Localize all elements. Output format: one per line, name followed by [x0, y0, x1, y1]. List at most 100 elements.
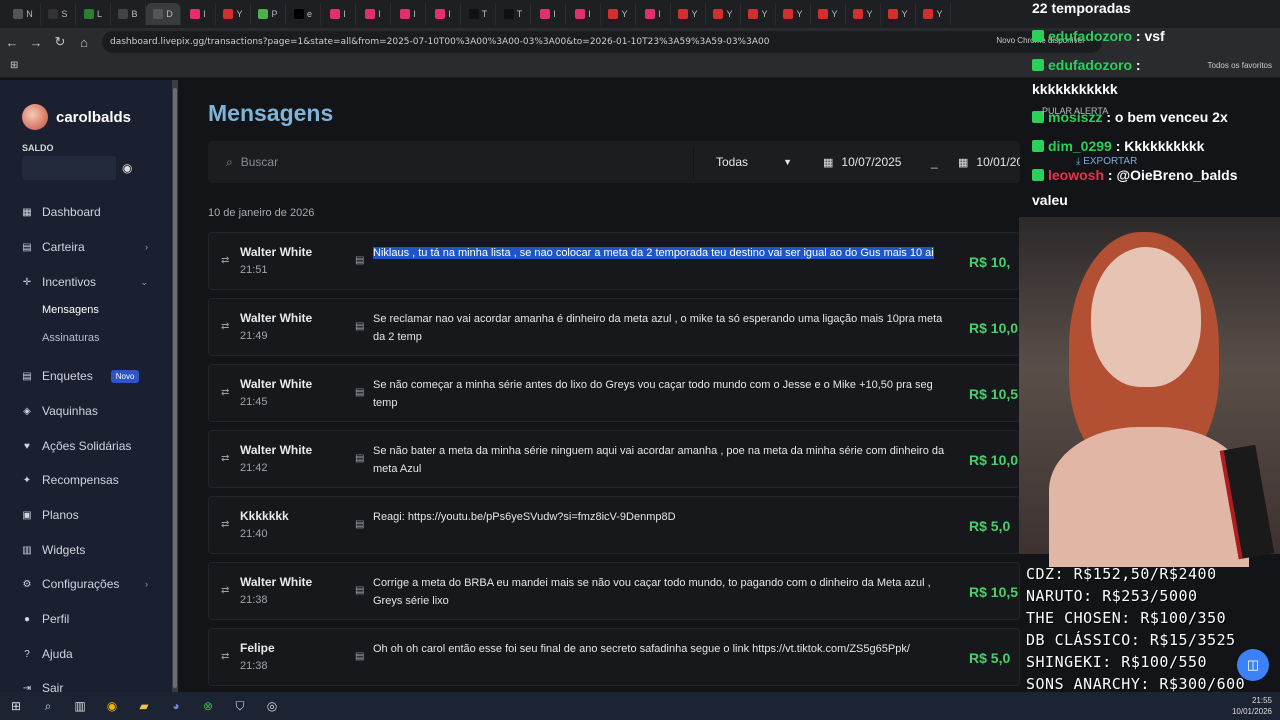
- transfer-icon: ⇄: [221, 519, 230, 530]
- chat-badge-icon: [1032, 59, 1044, 71]
- browser-tab[interactable]: P: [251, 3, 286, 25]
- windows-start-icon[interactable]: ⊞: [6, 697, 26, 715]
- gift-icon: ✦: [22, 474, 32, 486]
- browser-tab[interactable]: I: [391, 3, 426, 25]
- transfer-icon: ⇄: [221, 585, 230, 596]
- transaction-row[interactable]: ⇄ Walter White 21:49 ▤ Se reclamar nao vai a…: [208, 298, 1020, 356]
- transaction-row[interactable]: ⇄ Kkkkkkk 21:40 ▤ Reagi: https://youtu.be/pP…: [208, 496, 1020, 554]
- wallet-icon: ▤: [22, 241, 32, 253]
- profile[interactable]: carolbalds: [22, 104, 131, 130]
- sidebar-item-configura-es[interactable]: ⚙ Configurações ›: [22, 577, 152, 591]
- sidebar-item-widgets[interactable]: ▥ Widgets: [22, 543, 152, 557]
- clock[interactable]: 21:55 10/01/2026: [1232, 695, 1272, 717]
- chat-badge-icon: [1032, 30, 1044, 42]
- transaction-row[interactable]: ⇄ Walter White 21:45 ▤ Se não começar a minh…: [208, 364, 1020, 422]
- scrollbar-thumb[interactable]: [173, 88, 177, 688]
- browser-tab[interactable]: Y: [216, 3, 251, 25]
- tab-favicon-icon: [153, 9, 164, 19]
- sidebar-item-dashboard[interactable]: ▦ Dashboard: [22, 205, 152, 219]
- goal-line: CDZ: R$152,50/R$2400: [1026, 565, 1217, 583]
- tab-label: I: [378, 9, 381, 19]
- date-from-value: 10/07/2025: [841, 155, 902, 169]
- tab-favicon-icon: [540, 9, 551, 19]
- task-view-icon[interactable]: ▥: [70, 697, 90, 715]
- page-title: Mensagens: [208, 100, 334, 126]
- browser-tab[interactable]: I: [181, 3, 216, 25]
- amount: R$ 10,5: [969, 584, 1019, 600]
- browser-tab[interactable]: Y: [601, 3, 636, 25]
- search-input[interactable]: ⌕ Buscar: [208, 146, 694, 178]
- browser-tab[interactable]: I: [321, 3, 356, 25]
- tab-favicon-icon: [853, 9, 864, 19]
- browser-tab[interactable]: L: [76, 3, 111, 25]
- browser-tab[interactable]: I: [636, 3, 671, 25]
- browser-tab[interactable]: I: [531, 3, 566, 25]
- support-chat-button[interactable]: ◫: [1237, 649, 1269, 681]
- cam-body: [1049, 427, 1249, 567]
- sidebar-item-a-es-solid-rias[interactable]: ♥ Ações Solidárias: [22, 439, 152, 453]
- browser-tab[interactable]: e: [286, 3, 321, 25]
- sidebar-item-enquetes[interactable]: ▤ Enquetes Novo: [22, 369, 152, 383]
- tab-favicon-icon: [645, 9, 656, 19]
- browser-tab[interactable]: S: [41, 3, 76, 25]
- browser-tab[interactable]: T: [496, 3, 531, 25]
- shield-icon[interactable]: ⛉: [230, 697, 250, 715]
- browser-tab[interactable]: Y: [706, 3, 741, 25]
- discord-icon[interactable]: ◕: [166, 697, 186, 715]
- search-icon[interactable]: ⌕: [38, 697, 58, 715]
- apps-icon[interactable]: ⊞: [10, 60, 18, 71]
- back-icon[interactable]: ←: [0, 35, 24, 50]
- skip-alert-label[interactable]: PULAR ALERTA: [1042, 106, 1108, 116]
- chrome-icon[interactable]: ◉: [102, 697, 122, 715]
- transaction-row[interactable]: ⇄ Felipe 21:38 ▤ Oh oh oh carol então esse f…: [208, 628, 1020, 686]
- date-from[interactable]: ▦ 10/07/2025: [813, 146, 921, 178]
- browser-tab[interactable]: Y: [846, 3, 881, 25]
- sidebar-item-label: Ações Solidárias: [42, 439, 132, 453]
- sidebar-item-incentivos[interactable]: ✛ Incentivos ⌄: [22, 275, 152, 289]
- browser-tab[interactable]: Y: [741, 3, 776, 25]
- transaction-row[interactable]: ⇄ Walter White 21:38 ▤ Corrige a meta do BRB…: [208, 562, 1020, 620]
- eye-icon[interactable]: ◉: [122, 161, 132, 175]
- browser-tab[interactable]: Y: [776, 3, 811, 25]
- xbox-icon[interactable]: ⊗: [198, 697, 218, 715]
- goal-line: NARUTO: R$253/5000: [1026, 587, 1198, 605]
- forward-icon[interactable]: →: [24, 35, 48, 50]
- message-icon: ▤: [355, 387, 365, 398]
- state-select[interactable]: Todas ▼: [708, 146, 800, 178]
- browser-tab[interactable]: T: [461, 3, 496, 25]
- sidebar-item-recompensas[interactable]: ✦ Recompensas: [22, 473, 152, 487]
- date-to[interactable]: ▦ 10/01/2026: [948, 146, 1020, 178]
- reload-icon[interactable]: ↻: [48, 34, 72, 50]
- transaction-row[interactable]: ⇄ Walter White 21:42 ▤ Se não bater a meta d…: [208, 430, 1020, 488]
- browser-tab[interactable]: I: [356, 3, 391, 25]
- transaction-row[interactable]: ⇄ Walter White 21:51 ▤ Niklaus , tu tá na mi…: [208, 232, 1020, 290]
- tab-favicon-icon: [713, 9, 724, 19]
- sidebar-item-perfil[interactable]: ● Perfil: [22, 612, 152, 626]
- browser-tab[interactable]: B: [111, 3, 146, 25]
- sidebar-item-label: Dashboard: [42, 205, 101, 219]
- sub-item-assinaturas[interactable]: Assinaturas: [42, 332, 99, 344]
- sidebar-item-ajuda[interactable]: ? Ajuda: [22, 647, 152, 661]
- chat-text: kkkkkkkkkkk: [1032, 81, 1118, 97]
- browser-tab[interactable]: I: [426, 3, 461, 25]
- sidebar-item-carteira[interactable]: ▤ Carteira ›: [22, 240, 152, 254]
- browser-tab[interactable]: I: [566, 3, 601, 25]
- tab-label: T: [516, 9, 523, 19]
- poll-icon: ▤: [22, 370, 32, 382]
- browser-tab[interactable]: Y: [811, 3, 846, 25]
- obs-icon[interactable]: ◎: [262, 697, 282, 715]
- home-icon[interactable]: ⌂: [72, 35, 96, 50]
- browser-tab[interactable]: Y: [916, 3, 951, 25]
- browser-tab[interactable]: Y: [881, 3, 916, 25]
- browser-tab[interactable]: Y: [671, 3, 706, 25]
- browser-tab[interactable]: D: [146, 3, 181, 25]
- sidebar-item-vaquinhas[interactable]: ◈ Vaquinhas: [22, 404, 152, 418]
- tab-favicon-icon: [608, 9, 619, 19]
- sidebar-item-planos[interactable]: ▣ Planos: [22, 508, 152, 522]
- file-explorer-icon[interactable]: ▰: [134, 697, 154, 715]
- sub-item-mensagens[interactable]: Mensagens: [42, 304, 99, 316]
- tab-label: L: [96, 9, 102, 19]
- chat-line: dim_0299 : Kkkkkkkkkk: [1032, 138, 1204, 154]
- browser-tab[interactable]: N: [6, 3, 41, 25]
- url-bar[interactable]: dashboard.livepix.gg/transactions?page=1…: [102, 31, 1102, 53]
